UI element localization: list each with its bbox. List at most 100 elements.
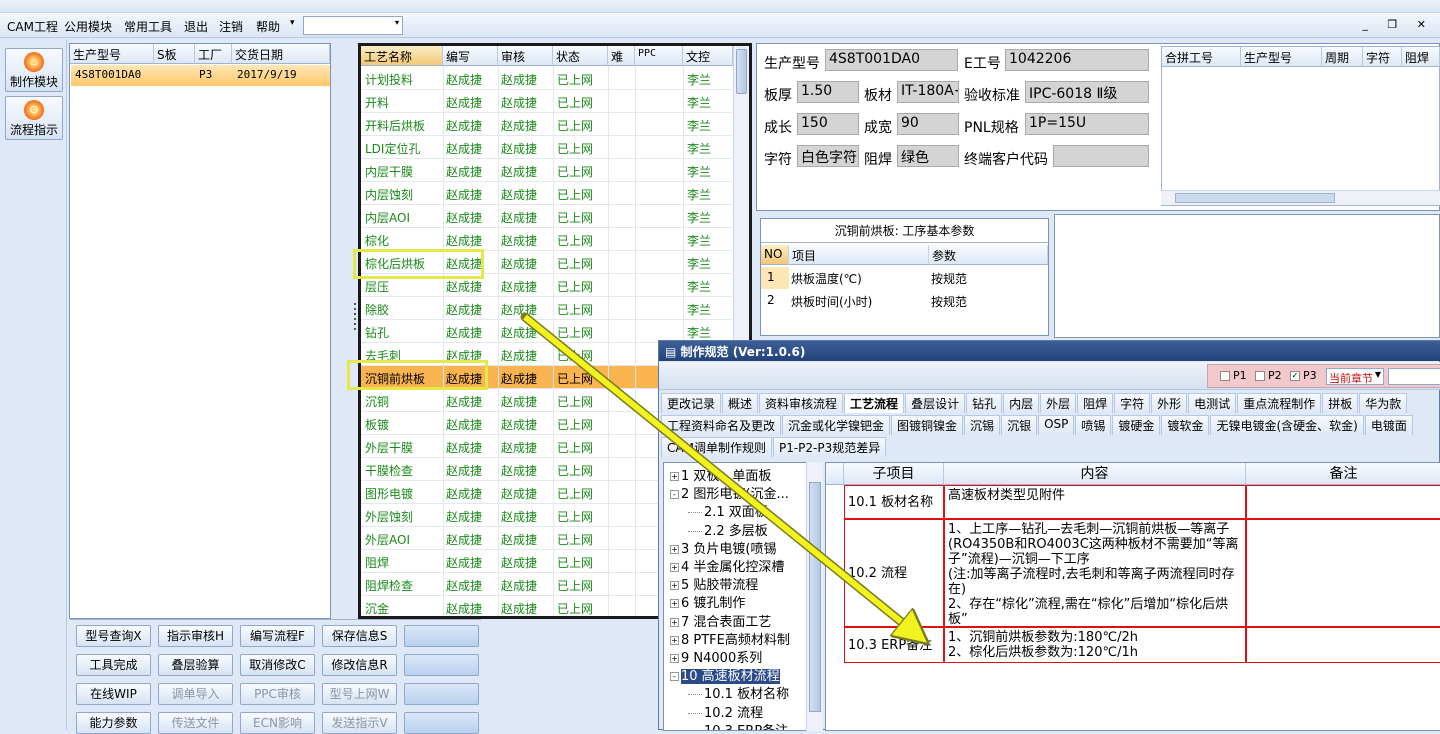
tree-node[interactable]: +3 负片电镀(喷锡 xyxy=(670,538,776,557)
table-row[interactable]: 内层干膜赵成捷赵成捷已上网李兰 xyxy=(361,159,732,182)
tab[interactable]: OSP xyxy=(1038,415,1074,435)
action-button[interactable]: 发送指示V xyxy=(322,712,397,734)
table-row[interactable]: 计划投料赵成捷赵成捷已上网李兰 xyxy=(361,67,732,90)
combined-hscrollbar[interactable] xyxy=(1161,190,1440,205)
tab[interactable]: 内层 xyxy=(1003,393,1039,413)
tree-node[interactable]: 10.2 流程 xyxy=(688,702,763,721)
action-button[interactable]: 修改信息R xyxy=(322,654,397,676)
col-header-model[interactable]: 生产型号 xyxy=(70,44,154,64)
tree-node[interactable]: +6 镀孔制作 xyxy=(670,592,745,611)
tab[interactable]: 外层 xyxy=(1040,393,1076,413)
chevron-down-icon[interactable]: ▾ xyxy=(290,18,295,28)
action-button[interactable]: 在线WIP xyxy=(76,683,151,705)
col-header-doc-control[interactable]: 文控 xyxy=(683,46,733,66)
menu-item[interactable]: 公用模块 xyxy=(64,18,112,35)
tree-node[interactable]: +4 半金属化控深槽 xyxy=(670,556,784,575)
action-button[interactable]: 型号上网W xyxy=(322,683,397,705)
action-button[interactable] xyxy=(404,683,479,705)
table-row[interactable]: 开料赵成捷赵成捷已上网李兰 xyxy=(361,90,732,113)
table-row[interactable]: 内层AOI赵成捷赵成捷已上网李兰 xyxy=(361,205,732,228)
col-header-legend[interactable]: 字符 xyxy=(1363,47,1402,67)
field-mask[interactable]: 绿色 xyxy=(897,145,959,167)
table-row[interactable]: LDI定位孔赵成捷赵成捷已上网李兰 xyxy=(361,136,732,159)
tab[interactable]: 电镀面 xyxy=(1365,415,1413,435)
col-header-status[interactable]: 状态 xyxy=(553,46,608,66)
action-button[interactable]: 型号查询X xyxy=(76,625,151,647)
make-module-button[interactable]: ♨ 制作模块 xyxy=(5,48,63,92)
col-header-writer[interactable]: 编写 xyxy=(443,46,498,66)
col-header-no[interactable]: NO xyxy=(761,245,789,265)
tab[interactable]: 阻焊 xyxy=(1077,393,1113,413)
table-row[interactable]: 除胶赵成捷赵成捷已上网李兰 xyxy=(361,297,732,320)
table-row[interactable]: 4S8T001DA0 P3 2017/9/19 xyxy=(71,65,330,86)
tree-node[interactable]: +8 PTFE高频材料制 xyxy=(670,629,790,648)
p1-checkbox[interactable] xyxy=(1220,371,1230,381)
tab[interactable]: 重点流程制作 xyxy=(1237,393,1321,413)
tab[interactable]: 镀硬金 xyxy=(1112,415,1160,435)
action-button[interactable]: 调单导入 xyxy=(158,683,233,705)
tree-node[interactable]: -2 图形电镀(沉金... xyxy=(670,483,789,502)
splitter-handle[interactable] xyxy=(352,300,357,340)
col-header-reviewer[interactable]: 审核 xyxy=(498,46,553,66)
table-row[interactable]: 棕化赵成捷赵成捷已上网李兰 xyxy=(361,228,732,251)
expand-icon[interactable]: + xyxy=(670,472,679,481)
col-header-mask[interactable]: 阻焊 xyxy=(1402,47,1440,67)
menu-item[interactable]: 常用工具 xyxy=(124,18,172,35)
expand-icon[interactable]: + xyxy=(670,581,679,590)
action-button[interactable] xyxy=(404,654,479,676)
tab[interactable]: 沉金或化学镍钯金 xyxy=(782,415,890,435)
menu-item[interactable]: 退出 xyxy=(184,18,208,35)
col-header-delivery[interactable]: 交货日期 xyxy=(232,44,330,64)
chapter-select[interactable]: 当前章节▼ xyxy=(1326,368,1384,385)
field-standard[interactable]: IPC-6018 Ⅱ级 xyxy=(1025,81,1149,103)
tab[interactable]: 喷锡 xyxy=(1075,415,1111,435)
tab[interactable]: 图镀铜镍金 xyxy=(891,415,963,435)
col-header-ppc[interactable]: PPC xyxy=(635,46,683,66)
action-button[interactable]: 能力参数 xyxy=(76,712,151,734)
field-thickness[interactable]: 1.50 xyxy=(797,81,859,103)
action-button[interactable]: 传送文件 xyxy=(158,712,233,734)
tab[interactable]: 华为款 xyxy=(1359,393,1407,413)
tab[interactable]: 概述 xyxy=(722,393,758,413)
field-e-no[interactable]: 1042206 xyxy=(1005,49,1149,71)
tree-node[interactable]: 10.3 ERP备注 xyxy=(688,720,788,731)
scroll-thumb[interactable] xyxy=(1175,193,1335,203)
menu-item[interactable]: CAM工程 xyxy=(7,18,58,35)
scroll-thumb[interactable] xyxy=(736,49,747,94)
action-button[interactable] xyxy=(404,625,479,647)
p3-checkbox[interactable]: ✓ xyxy=(1290,371,1300,381)
tab[interactable]: 沉银 xyxy=(1001,415,1037,435)
action-button[interactable]: 取消修改C xyxy=(240,654,315,676)
action-button[interactable]: 工具完成 xyxy=(76,654,151,676)
col-header-combined-no[interactable]: 合拼工号 xyxy=(1162,47,1241,67)
tree-node[interactable]: 2.2 多层板 xyxy=(688,520,768,539)
expand-icon[interactable]: + xyxy=(670,599,679,608)
col-header-content[interactable]: 内容 xyxy=(944,463,1246,485)
tab[interactable]: 拼板 xyxy=(1322,393,1358,413)
tree-scrollbar[interactable] xyxy=(806,462,823,731)
tree-node[interactable]: +9 N4000系列 xyxy=(670,647,762,666)
expand-icon[interactable]: + xyxy=(670,654,679,663)
collapse-icon[interactable]: - xyxy=(670,672,679,681)
col-header-s-board[interactable]: S板 xyxy=(154,44,195,64)
expand-icon[interactable]: + xyxy=(670,563,679,572)
field-width[interactable]: 90 xyxy=(897,113,959,135)
tab[interactable]: 沉锡 xyxy=(964,415,1000,435)
tab[interactable]: 资料审核流程 xyxy=(759,393,843,413)
tree-node[interactable]: -10 高速板材流程 xyxy=(670,665,780,684)
col-header-process[interactable]: 工艺名称 xyxy=(361,46,443,66)
field-model[interactable]: 4S8T001DA0 xyxy=(825,49,958,71)
action-button[interactable]: ECN影响 xyxy=(240,712,315,734)
tab[interactable]: 工程资料命名及更改 xyxy=(661,415,781,435)
field-legend[interactable]: 白色字符 xyxy=(797,145,859,167)
expand-icon[interactable]: + xyxy=(670,618,679,627)
tab[interactable]: 工艺流程 xyxy=(844,393,904,413)
tab[interactable]: 外形 xyxy=(1151,393,1187,413)
tab[interactable]: 钻孔 xyxy=(966,393,1002,413)
tree-node[interactable]: +1 双板、单面板 xyxy=(670,465,771,484)
col-header-param[interactable]: 参数 xyxy=(929,245,1048,265)
search-input[interactable] xyxy=(1388,368,1440,385)
menu-combo[interactable]: ▾ xyxy=(303,16,403,35)
col-header-factory[interactable]: 工厂 xyxy=(195,44,232,64)
col-header-model[interactable]: 生产型号 xyxy=(1241,47,1322,67)
